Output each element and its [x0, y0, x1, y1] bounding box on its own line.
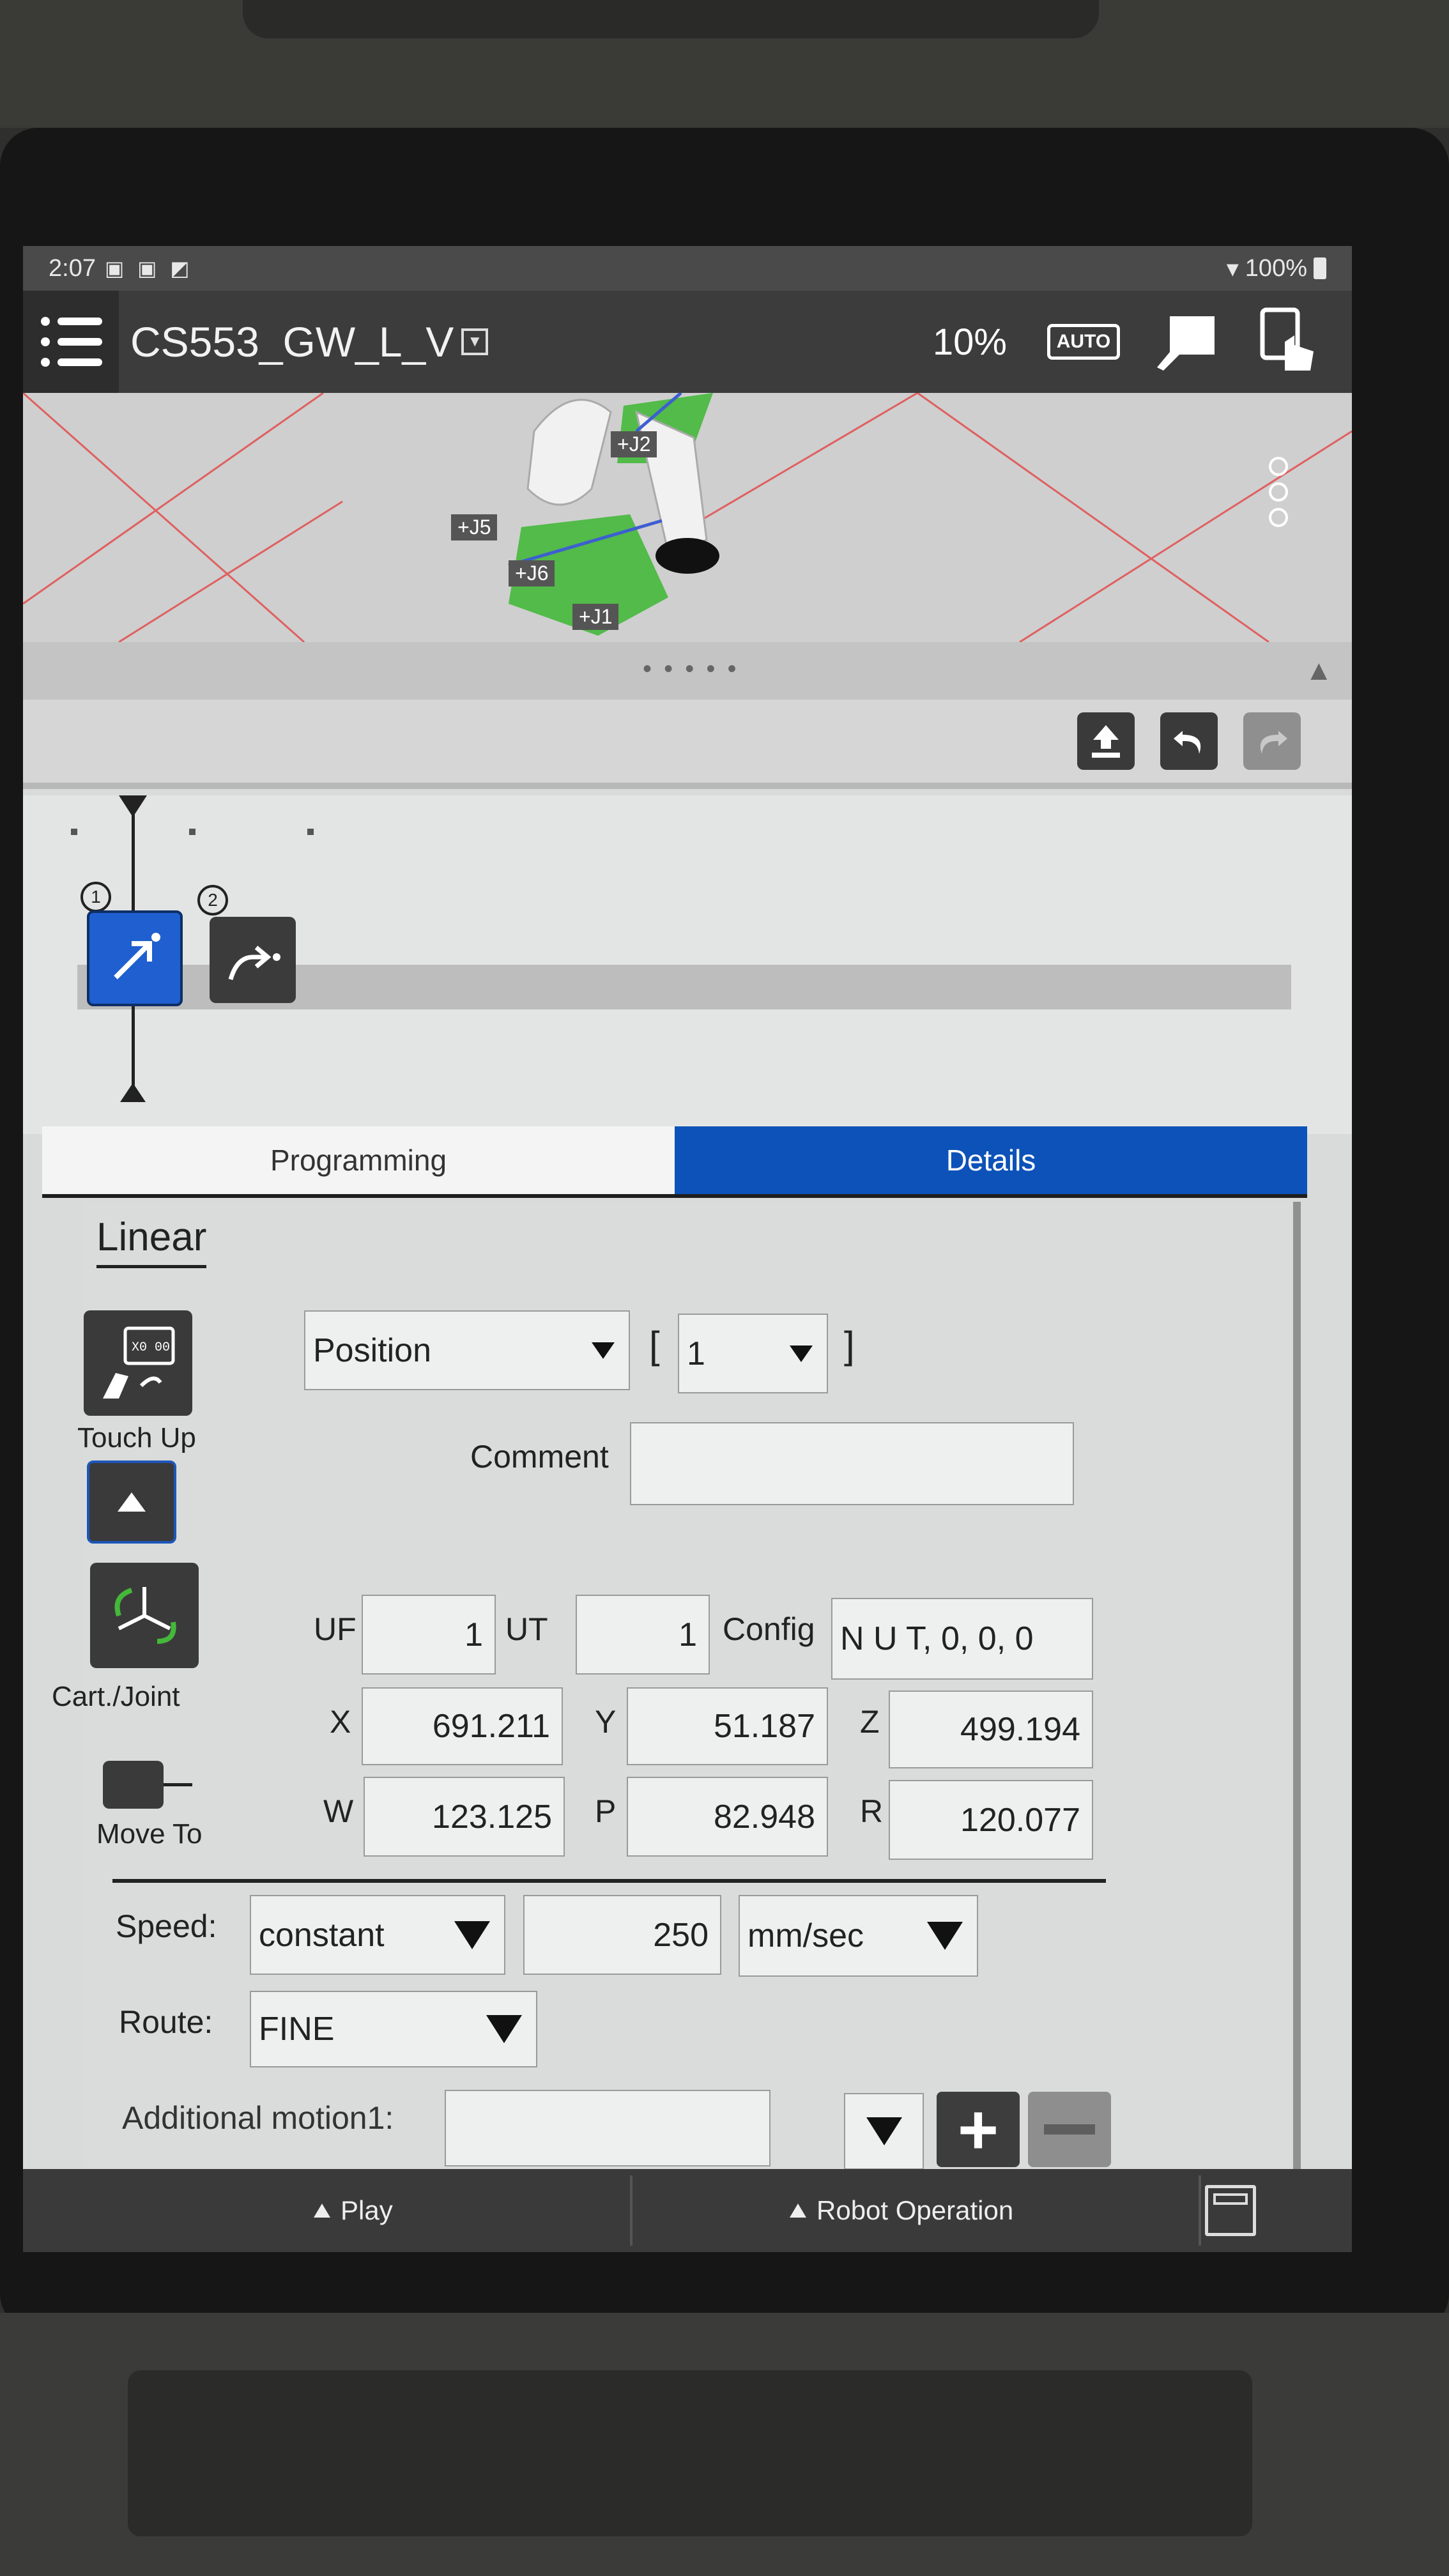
node-number: 1 — [80, 882, 111, 912]
position-type-select[interactable]: Position — [304, 1310, 630, 1390]
battery-icon — [1314, 257, 1326, 279]
status-bar: 2:07 ▣ ▣ ◩ ▾ 100% — [23, 246, 1352, 291]
collapse-view-icon[interactable]: ▲ — [1305, 655, 1333, 687]
robot-operation-button[interactable]: Robot Operation — [790, 2195, 1013, 2226]
config-field[interactable]: N U T, 0, 0, 0 — [831, 1598, 1093, 1680]
additional-motion-dropdown[interactable] — [844, 2093, 924, 2170]
route-label: Route: — [119, 2004, 213, 2040]
linear-move-node[interactable] — [87, 910, 183, 1006]
panel-tabs: Programming Details — [42, 1126, 1307, 1198]
drag-handle-icon[interactable]: • • • • • — [643, 655, 739, 684]
program-timeline[interactable]: 1 2 — [23, 795, 1352, 1134]
touch-up-button[interactable]: X0 00 — [84, 1310, 192, 1416]
speed-unit-select[interactable]: mm/sec — [739, 1895, 978, 1977]
tab-details[interactable]: Details — [675, 1126, 1307, 1194]
z-label: Z — [860, 1704, 880, 1740]
edit-toolbar — [23, 700, 1352, 789]
tab-programming[interactable]: Programming — [42, 1126, 675, 1194]
touch-control-icon[interactable] — [1250, 307, 1326, 377]
position-index-select[interactable]: 1 — [678, 1314, 828, 1393]
x-label: X — [330, 1704, 351, 1740]
y-label: Y — [595, 1704, 617, 1740]
additional-motion-field[interactable] — [445, 2090, 770, 2166]
device-bezel-bottom — [0, 2313, 1449, 2576]
cart-joint-label: Cart./Joint — [52, 1681, 180, 1712]
expand-up-icon — [790, 2204, 806, 2218]
auto-mode-icon[interactable]: AUTO — [1045, 307, 1122, 377]
details-panel: Linear X0 00 Touch Up Cart./Joint Move T… — [52, 1202, 1301, 2173]
pendant-screen: 2:07 ▣ ▣ ◩ ▾ 100% CS553_GW_L_V ▼ 10% AUT… — [23, 246, 1352, 2252]
comment-label: Comment — [470, 1439, 609, 1475]
chevron-down-icon — [790, 1345, 813, 1362]
panel-layout-icon[interactable] — [1205, 2185, 1256, 2236]
view-resize-bar[interactable]: • • • • • ▲ — [23, 642, 1352, 700]
speed-value-field[interactable]: 250 — [523, 1895, 721, 1975]
touch-up-label: Touch Up — [77, 1422, 196, 1453]
circular-move-node[interactable] — [210, 917, 296, 1003]
w-label: W — [323, 1793, 354, 1829]
chevron-down-icon — [866, 2117, 902, 2145]
robot-3d-view[interactable]: +J2 +J5 +J6 +J1 — [23, 393, 1352, 642]
add-motion-button[interactable]: + — [937, 2090, 1020, 2169]
expand-up-button[interactable] — [87, 1460, 176, 1544]
signal-icon: ▾ — [1226, 255, 1239, 282]
z-field[interactable]: 499.194 — [889, 1690, 1093, 1768]
move-to-label: Move To — [96, 1818, 203, 1850]
divider — [112, 1879, 1106, 1883]
chevron-down-icon — [486, 2015, 522, 2043]
chevron-down-icon — [927, 1922, 963, 1950]
cart-joint-button[interactable] — [90, 1563, 199, 1668]
x-field[interactable]: 691.211 — [362, 1687, 563, 1765]
main-menu-icon[interactable] — [23, 291, 119, 393]
chevron-down-icon — [592, 1342, 615, 1359]
program-name: CS553_GW_L_V — [130, 318, 454, 365]
speed-type-select[interactable]: constant — [250, 1895, 505, 1975]
config-label: Config — [723, 1611, 815, 1647]
comment-field[interactable] — [630, 1422, 1074, 1505]
joint-label: +J2 — [611, 431, 657, 457]
redo-icon[interactable] — [1243, 712, 1301, 770]
speed-label: Speed: — [116, 1908, 217, 1944]
route-select[interactable]: FINE — [250, 1991, 537, 2067]
uf-field[interactable]: 1 — [362, 1595, 496, 1675]
r-field[interactable]: 120.077 — [889, 1780, 1093, 1860]
undo-icon[interactable] — [1160, 712, 1218, 770]
p-label: P — [595, 1793, 617, 1829]
ut-field[interactable]: 1 — [576, 1595, 710, 1675]
svg-text:X0 00: X0 00 — [132, 1340, 170, 1355]
instruction-title: Linear — [96, 1215, 207, 1268]
remove-motion-button[interactable] — [1028, 2092, 1111, 2167]
uf-label: UF — [314, 1611, 356, 1647]
speed-override[interactable]: 10% — [933, 321, 1007, 364]
chevron-down-icon — [454, 1920, 490, 1949]
program-selector[interactable]: CS553_GW_L_V ▼ — [130, 318, 489, 366]
joint-label: +J6 — [509, 560, 555, 586]
p-field[interactable]: 82.948 — [627, 1777, 828, 1857]
notification-icons: ▣ ▣ ◩ — [104, 257, 194, 280]
w-field[interactable]: 123.125 — [364, 1777, 565, 1857]
device-bezel-top — [0, 0, 1449, 128]
clock: 2:07 — [49, 254, 96, 282]
upload-icon[interactable] — [1077, 712, 1135, 770]
move-to-button[interactable] — [103, 1761, 192, 1812]
teach-pendant-icon[interactable] — [1147, 307, 1224, 377]
y-field[interactable]: 51.187 — [627, 1687, 828, 1765]
battery-level: 100% — [1245, 254, 1307, 282]
joint-label: +J1 — [572, 604, 619, 630]
chevron-down-icon: ▼ — [461, 328, 489, 355]
expand-up-icon — [314, 2204, 330, 2218]
title-bar: CS553_GW_L_V ▼ 10% AUTO — [23, 291, 1352, 393]
r-label: R — [860, 1793, 884, 1829]
additional-motion-label: Additional motion1: — [122, 2100, 394, 2136]
more-options-icon[interactable] — [1269, 457, 1288, 527]
bottom-bar: Play Robot Operation — [23, 2169, 1352, 2252]
play-button[interactable]: Play — [314, 2195, 393, 2226]
ut-label: UT — [505, 1611, 548, 1647]
joint-label: +J5 — [451, 514, 498, 540]
node-number: 2 — [197, 885, 228, 916]
